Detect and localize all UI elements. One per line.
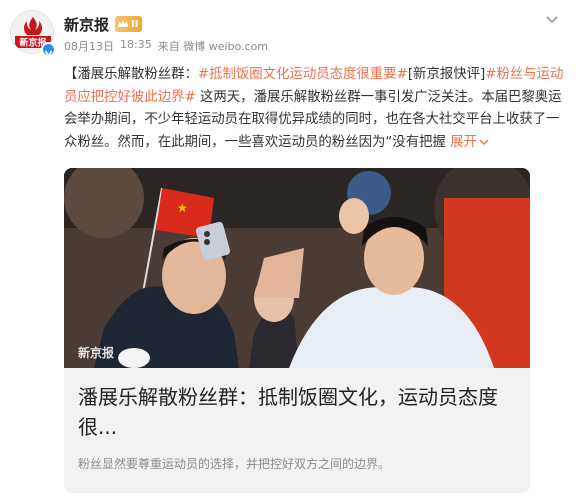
- selfie-photo: ★: [64, 168, 530, 368]
- expand-link[interactable]: 展开: [450, 135, 489, 150]
- member-badge[interactable]: II: [115, 16, 143, 32]
- crown-icon: [118, 20, 129, 27]
- author-row: 新京报 II: [64, 13, 143, 35]
- svg-text:★: ★: [177, 201, 188, 215]
- article-cover-image: ★: [64, 168, 530, 368]
- article-card[interactable]: ★ 新京报 潘展乐解散粉丝群：抵制饭圈文化，运动员态度很... 粉丝显然要尊重运…: [64, 168, 530, 493]
- chevron-down-icon: [479, 139, 489, 145]
- post-date: 08月13日: [64, 40, 114, 53]
- badge-level: II: [131, 18, 139, 30]
- article-description: 粉丝显然要尊重运动员的选择，并把控好双方之间的边界。: [78, 457, 391, 471]
- image-watermark: 新京报: [78, 346, 115, 360]
- post-meta: 08月13日 18:35 来自 微博 weibo.com: [64, 38, 268, 54]
- post-source: 来自 微博 weibo.com: [157, 40, 269, 53]
- column-tag: [新京报快评]: [407, 67, 486, 82]
- post-prefix: 【潘展乐解散粉丝群：: [64, 67, 198, 82]
- article-title[interactable]: 潘展乐解散粉丝群：抵制饭圈文化，运动员态度很...: [78, 382, 518, 442]
- chevron-down-icon[interactable]: [542, 10, 562, 30]
- post-time: 18:35: [120, 38, 152, 51]
- expand-label: 展开: [450, 134, 477, 150]
- post-text: 【潘展乐解散粉丝群：#抵制饭圈文化运动员态度很重要#[新京报快评]#粉丝与运动员…: [64, 64, 564, 154]
- topic-tag-anti-fandom[interactable]: #抵制饭圈文化运动员态度很重要#: [198, 67, 408, 82]
- post-header: 新京报 新京报 II 08月13日 18:35 来自 微博 weibo.com: [0, 0, 576, 62]
- author-name[interactable]: 新京报: [64, 14, 109, 35]
- verified-v-icon: [41, 42, 56, 58]
